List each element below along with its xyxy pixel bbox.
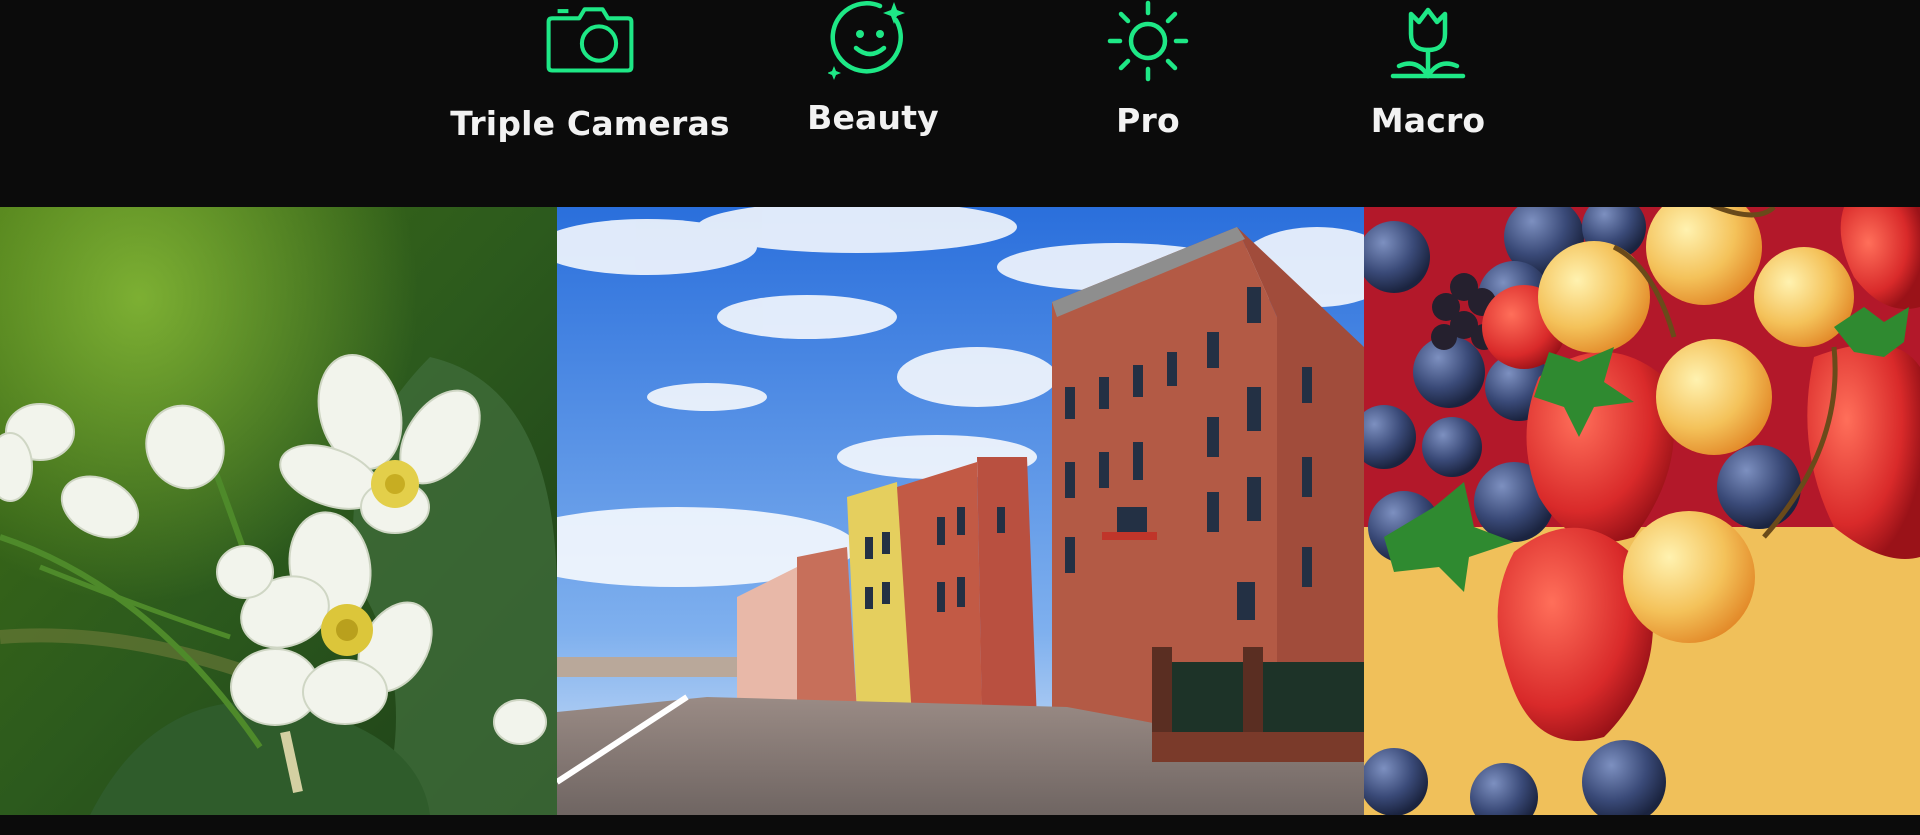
- feature-triple-cameras[interactable]: Triple Cameras: [450, 0, 730, 160]
- sample-photos-row: [0, 207, 1920, 815]
- feature-label: Macro: [1370, 101, 1486, 140]
- feature-macro[interactable]: Macro: [1358, 0, 1498, 160]
- feature-label: Beauty: [807, 98, 939, 137]
- tulip-flower-icon: [1383, 0, 1473, 90]
- feature-label: Pro: [1116, 101, 1180, 140]
- feature-label: Triple Cameras: [450, 104, 730, 143]
- photo-white-flowers: [0, 207, 557, 815]
- smiley-face-icon: [828, 0, 918, 90]
- camera-icon: [545, 0, 635, 90]
- photo-fruit-berries: [1364, 207, 1920, 815]
- feature-beauty[interactable]: Beauty: [803, 0, 943, 160]
- bottom-bar: [0, 815, 1920, 835]
- sun-icon: [1103, 0, 1193, 90]
- feature-pro[interactable]: Pro: [1078, 0, 1218, 160]
- photo-city-street: [557, 207, 1364, 815]
- camera-features-bar: Triple Cameras Beauty Pro Macro: [0, 0, 1920, 207]
